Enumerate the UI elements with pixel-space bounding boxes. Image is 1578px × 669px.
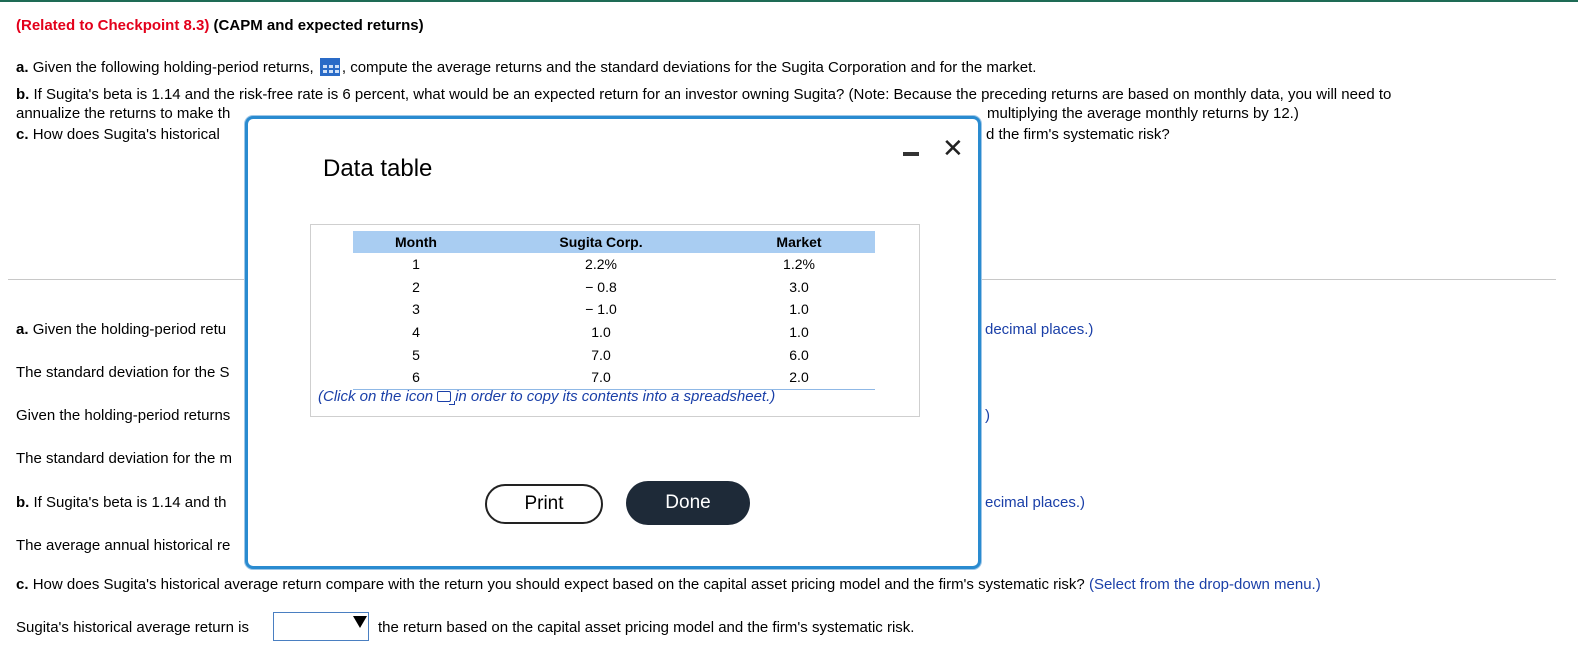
table-row: 3 − 1.0 1.0 <box>412 301 809 318</box>
question-c-right: d the firm's systematic risk? <box>986 126 1170 143</box>
col-header-sugita: Sugita Corp. <box>479 231 723 253</box>
grid-table-icon[interactable] <box>319 58 340 76</box>
answer-c-prompt: c. How does Sugita's historical average … <box>16 576 1321 593</box>
done-button[interactable]: Done <box>626 481 750 525</box>
problem-header: (Related to Checkpoint 8.3) (CAPM and ex… <box>16 17 424 34</box>
comparison-dropdown[interactable] <box>273 612 369 641</box>
answer-avg-annual: The average annual historical re <box>16 537 231 554</box>
dropdown-arrow-icon[interactable] <box>353 616 367 628</box>
col-header-month: Month <box>353 231 479 253</box>
question-a: a. Given the following holding-period re… <box>16 58 1037 76</box>
table-row: 5 7.0 6.0 <box>412 346 809 363</box>
dialog-title: Data table <box>323 155 433 182</box>
close-icon[interactable]: ✕ <box>942 135 964 161</box>
answer-sd-market: The standard deviation for the m <box>16 450 232 467</box>
col-header-market: Market <box>723 231 875 253</box>
table-row: 4 1.0 1.0 <box>412 324 809 341</box>
answer-sd-sugita: The standard deviation for the S <box>16 364 230 381</box>
minimize-icon[interactable] <box>903 152 919 156</box>
answer-a-prompt: a. Given the holding-period retu <box>16 321 227 338</box>
table-row: 6 7.0 2.0 <box>353 365 875 390</box>
print-button[interactable]: Print <box>485 484 603 524</box>
data-table-container: Month Sugita Corp. Market 1 2.2% 1.2% 2 … <box>310 224 920 417</box>
answer-b-hint: ecimal places.) <box>985 494 1086 511</box>
answer-c-sentence-end: the return based on the capital asset pr… <box>378 619 915 636</box>
table-row: 1 2.2% 1.2% <box>412 256 815 273</box>
answer-c-hint: (Select from the drop-down menu.) <box>1088 576 1321 593</box>
question-b-line2-right: multiplying the average monthly returns … <box>987 105 1299 122</box>
copy-note: (Click on the icon in order to copy its c… <box>318 388 776 405</box>
answer-market-hint: ) <box>985 407 990 424</box>
answer-market-prompt: Given the holding-period returns <box>16 407 231 424</box>
table-row: 2 − 0.8 3.0 <box>412 278 809 295</box>
answer-b-prompt: b. If Sugita's beta is 1.14 and th <box>16 494 227 511</box>
question-b-line2: annualize the returns to make th <box>16 105 231 122</box>
data-table: Month Sugita Corp. Market 1 2.2% 1.2% 2 … <box>353 231 875 390</box>
question-b: b. If Sugita's beta is 1.14 and the risk… <box>16 86 1392 103</box>
answer-a-hint: decimal places.) <box>985 321 1094 338</box>
copy-icon[interactable] <box>437 391 456 405</box>
data-table-dialog: Data table ✕ Month Sugita Corp. Market 1… <box>245 116 981 569</box>
problem-title: (CAPM and expected returns) <box>213 17 424 34</box>
checkpoint-reference: (Related to Checkpoint 8.3) <box>16 17 210 34</box>
top-accent-line <box>0 0 1578 2</box>
question-c: c. How does Sugita's historical <box>16 126 220 143</box>
answer-c-sentence-start: Sugita's historical average return is <box>16 619 249 636</box>
